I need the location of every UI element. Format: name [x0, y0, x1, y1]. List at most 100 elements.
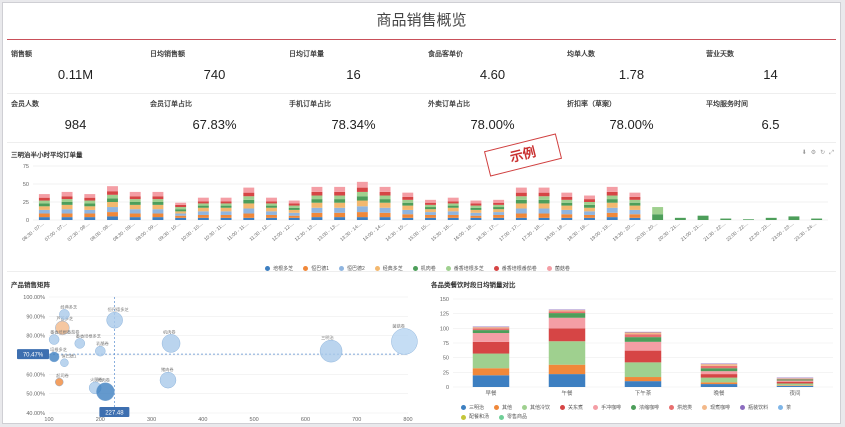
bar-segment[interactable]	[425, 212, 436, 215]
bar-segment[interactable]	[493, 207, 505, 210]
bar-segment[interactable]	[311, 202, 323, 208]
legend-item[interactable]: 其他	[494, 404, 512, 412]
bar-segment[interactable]	[606, 191, 618, 196]
bar-segment[interactable]	[472, 333, 510, 342]
bar-segment[interactable]	[447, 207, 459, 212]
bar-segment[interactable]	[84, 206, 96, 210]
bar-segment[interactable]	[334, 199, 346, 203]
bar-segment[interactable]	[538, 213, 550, 218]
bar-segment[interactable]	[606, 217, 618, 220]
bar-segment[interactable]	[129, 209, 141, 214]
bar-segment[interactable]	[776, 381, 814, 384]
legend-item[interactable]: 三明治	[461, 404, 484, 412]
bar-segment[interactable]	[379, 217, 391, 220]
bar-segment[interactable]	[697, 215, 709, 220]
bar-segment[interactable]	[606, 212, 618, 218]
bar-segment[interactable]	[107, 216, 118, 220]
bar-segment[interactable]	[288, 203, 300, 206]
bar-segment[interactable]	[266, 197, 277, 202]
bar-segment[interactable]	[175, 204, 187, 208]
bar-segment[interactable]	[243, 199, 255, 204]
bar-segment[interactable]	[379, 186, 391, 192]
bar-segment[interactable]	[220, 197, 232, 202]
bar-segment[interactable]	[472, 375, 510, 387]
bar-segment[interactable]	[197, 201, 209, 204]
bar-segment[interactable]	[548, 310, 586, 312]
bar-segment[interactable]	[84, 203, 96, 207]
bar-segment[interactable]	[472, 330, 510, 334]
bar-segment[interactable]	[470, 212, 482, 216]
bar-segment[interactable]	[175, 207, 187, 210]
bar-segment[interactable]	[700, 364, 738, 366]
bar-segment[interactable]	[288, 205, 300, 208]
bubble-point[interactable]	[96, 382, 115, 401]
bar-segment[interactable]	[629, 192, 641, 197]
bubble-point[interactable]	[159, 371, 177, 389]
bar-segment[interactable]	[356, 196, 368, 201]
bar-segment[interactable]	[624, 334, 662, 338]
bar-segment[interactable]	[776, 377, 814, 379]
bar-segment[interactable]	[197, 205, 209, 208]
bar-segment[interactable]	[493, 212, 505, 215]
refresh-icon[interactable]: ↻	[820, 150, 825, 156]
bar-segment[interactable]	[402, 202, 414, 206]
legend-item[interactable]: 烘焙类	[669, 404, 692, 412]
bar-segment[interactable]	[447, 205, 459, 208]
legend-item[interactable]: 零售商品	[499, 413, 527, 421]
bar-segment[interactable]	[288, 215, 300, 218]
bar-segment[interactable]	[700, 365, 738, 369]
bar-segment[interactable]	[243, 203, 255, 209]
bar-segment[interactable]	[629, 196, 641, 200]
bar-segment[interactable]	[606, 195, 618, 200]
settings-icon[interactable]: ⚙	[811, 150, 816, 156]
bar-segment[interactable]	[402, 199, 414, 203]
bar-segment[interactable]	[38, 206, 50, 210]
bar-segment[interactable]	[493, 209, 505, 213]
bar-segment[interactable]	[334, 207, 346, 213]
bar-segment[interactable]	[61, 209, 73, 214]
bar-segment[interactable]	[470, 217, 482, 220]
bar-segment[interactable]	[107, 212, 118, 217]
bar-segment[interactable]	[175, 209, 187, 212]
bar-segment[interactable]	[266, 217, 277, 220]
bar-segment[interactable]	[38, 203, 50, 207]
bar-segment[interactable]	[700, 374, 738, 378]
bar-segment[interactable]	[700, 384, 738, 387]
bar-segment[interactable]	[379, 191, 391, 196]
bar-segment[interactable]	[624, 350, 662, 363]
bar-segment[interactable]	[515, 217, 527, 220]
legend-item[interactable]: 现煮咖啡	[702, 404, 730, 412]
bar-segment[interactable]	[584, 199, 595, 202]
bar-segment[interactable]	[776, 380, 814, 382]
bubble-point[interactable]	[59, 309, 70, 320]
bar-segment[interactable]	[152, 199, 164, 202]
bar-segment[interactable]	[61, 204, 73, 210]
bar-segment[interactable]	[700, 368, 738, 372]
bar-segment[interactable]	[220, 203, 232, 206]
bar-segment[interactable]	[447, 201, 459, 204]
bar-segment[interactable]	[107, 202, 118, 208]
bar-segment[interactable]	[606, 202, 618, 208]
legend-item[interactable]: 手冲咖啡	[593, 404, 621, 412]
bar-segment[interactable]	[152, 191, 164, 197]
bar-segment[interactable]	[84, 217, 96, 220]
bar-segment[interactable]	[175, 213, 187, 216]
bar-segment[interactable]	[548, 341, 586, 365]
bar-segment[interactable]	[220, 207, 232, 212]
bar-segment[interactable]	[220, 205, 232, 208]
bar-segment[interactable]	[470, 205, 482, 208]
bar-segment[interactable]	[515, 213, 527, 218]
bar-segment[interactable]	[472, 368, 510, 376]
bar-segment[interactable]	[197, 211, 209, 215]
bar-segment[interactable]	[561, 214, 573, 218]
bubble-point[interactable]	[106, 312, 123, 329]
bar-segment[interactable]	[538, 192, 550, 197]
bar-segment[interactable]	[334, 202, 346, 208]
bar-segment[interactable]	[629, 214, 641, 218]
bar-segment[interactable]	[107, 186, 118, 192]
bar-segment[interactable]	[334, 212, 346, 218]
bar-segment[interactable]	[129, 213, 141, 218]
bar-segment[interactable]	[470, 207, 482, 210]
bar-segment[interactable]	[38, 194, 50, 198]
bar-segment[interactable]	[470, 203, 482, 206]
